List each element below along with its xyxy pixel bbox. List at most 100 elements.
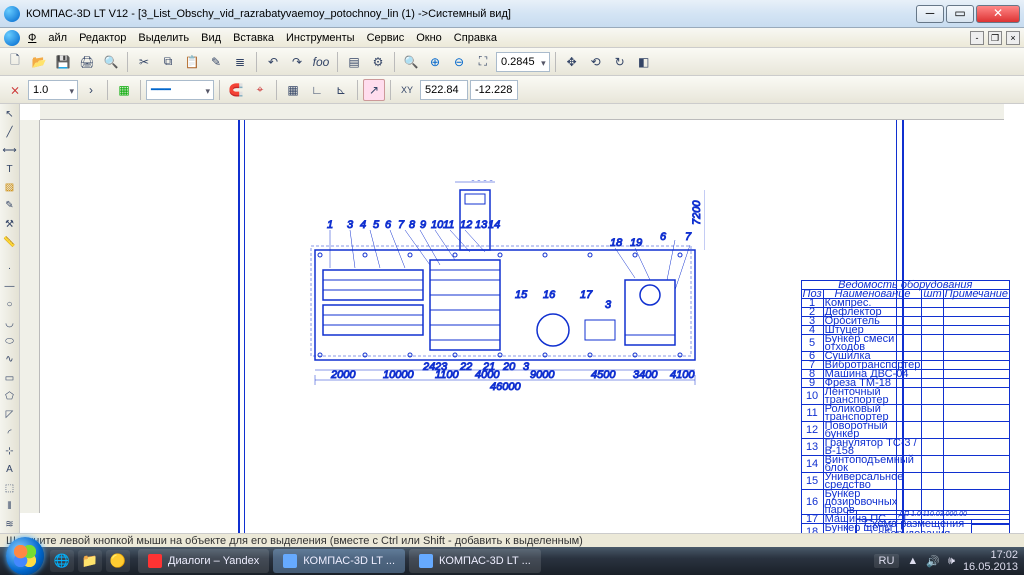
- svg-text:15: 15: [515, 289, 528, 301]
- menu-bar: Файл Редактор Выделить Вид Вставка Инстр…: [0, 28, 1024, 48]
- mdi-restore-button[interactable]: ❐: [988, 31, 1002, 45]
- arc-tool-icon[interactable]: ◡: [1, 315, 19, 331]
- props-icon[interactable]: ≣: [229, 51, 251, 73]
- clock[interactable]: 17:02 16.05.2013: [963, 549, 1018, 573]
- drawing-canvas[interactable]: 6000 7200 2000 10000 1100 4000 9000 4500…: [20, 104, 1024, 533]
- step-icon[interactable]: ›: [80, 79, 102, 101]
- layers-icon[interactable]: ▤: [343, 51, 365, 73]
- circle-tool-icon[interactable]: ○: [1, 297, 19, 313]
- select-tool-icon[interactable]: ↖: [1, 106, 19, 122]
- hatch-tool-icon[interactable]: ▨: [1, 179, 19, 195]
- spline-tool-icon[interactable]: ∿: [1, 352, 19, 368]
- explorer-icon[interactable]: 📁: [78, 550, 102, 572]
- param-tool-icon[interactable]: ⚒: [1, 216, 19, 232]
- dim-tool-icon[interactable]: ⟷: [1, 143, 19, 159]
- ortho-icon[interactable]: ∟: [306, 79, 328, 101]
- helper-icon[interactable]: ◧: [633, 51, 655, 73]
- style-icon[interactable]: ✎: [205, 51, 227, 73]
- snap2-icon[interactable]: ⌖: [249, 79, 271, 101]
- table-row: 12Поворотный бункер: [801, 422, 1009, 439]
- new-icon[interactable]: 🗋: [4, 51, 26, 73]
- menu-file[interactable]: Файл: [28, 32, 67, 44]
- tray-network-icon[interactable]: 🔊: [926, 555, 940, 568]
- zoom-out-icon[interactable]: ⊖: [448, 51, 470, 73]
- layer-icon[interactable]: ▦: [113, 79, 135, 101]
- pan-icon[interactable]: ✥: [561, 51, 583, 73]
- stop-icon[interactable]: ⨯: [4, 79, 26, 101]
- refresh-icon[interactable]: ↻: [609, 51, 631, 73]
- cut-icon[interactable]: ✂: [133, 51, 155, 73]
- chamfer-tool-icon[interactable]: ◸: [1, 407, 19, 423]
- tray-flag-icon[interactable]: ▲: [907, 555, 918, 567]
- menu-tools[interactable]: Инструменты: [286, 32, 355, 44]
- menu-editor[interactable]: Редактор: [79, 32, 126, 44]
- equid-tool-icon[interactable]: ⦀: [1, 498, 19, 514]
- task-yandex[interactable]: Диалоги – Yandex: [138, 549, 269, 573]
- fx-icon[interactable]: foo: [310, 51, 332, 73]
- app-icon: [4, 6, 20, 22]
- title-block: ДП 1.0.110.03.000.00 Схема размещения об…: [847, 510, 1010, 533]
- round-icon[interactable]: ⊾: [330, 79, 352, 101]
- measure-tool-icon[interactable]: 📏: [1, 234, 19, 250]
- save-icon[interactable]: 💾: [52, 51, 74, 73]
- fillet-tool-icon[interactable]: ◜: [1, 425, 19, 441]
- xy-icon[interactable]: XY: [396, 79, 418, 101]
- grid-icon[interactable]: ▦: [282, 79, 304, 101]
- axis-tool-icon[interactable]: ⊹: [1, 443, 19, 459]
- start-button[interactable]: [6, 537, 44, 575]
- label-tool-icon[interactable]: A: [1, 462, 19, 478]
- tray-power-icon[interactable]: 🕪: [948, 555, 955, 568]
- menu-window[interactable]: Окно: [416, 32, 442, 44]
- ellipse-tool-icon[interactable]: ⬭: [1, 333, 19, 349]
- gather-tool-icon[interactable]: ≋: [1, 517, 19, 533]
- prev-view-icon[interactable]: ⟲: [585, 51, 607, 73]
- edit-tool-icon[interactable]: ✎: [1, 198, 19, 214]
- coord-x[interactable]: 522.84: [420, 80, 468, 100]
- mdi-close-button[interactable]: ×: [1006, 31, 1020, 45]
- snap1-icon[interactable]: 🧲: [225, 79, 247, 101]
- close-button[interactable]: ✕: [976, 5, 1020, 23]
- mdi-minimize-button[interactable]: -: [970, 31, 984, 45]
- lcs-icon[interactable]: ↗: [363, 79, 385, 101]
- print-icon[interactable]: 🖨: [76, 51, 98, 73]
- open-icon[interactable]: 📂: [28, 51, 50, 73]
- chrome-icon[interactable]: 🟡: [106, 550, 130, 572]
- menu-help[interactable]: Справка: [454, 32, 497, 44]
- scale-combo[interactable]: 1.0: [28, 80, 78, 100]
- preview-icon[interactable]: 🔍: [100, 51, 122, 73]
- ie-icon[interactable]: 🌐: [50, 550, 74, 572]
- svg-text:6: 6: [385, 219, 392, 231]
- contour-tool-icon[interactable]: ⬚: [1, 480, 19, 496]
- rect-tool-icon[interactable]: ▭: [1, 370, 19, 386]
- menu-select[interactable]: Выделить: [138, 32, 189, 44]
- menu-insert[interactable]: Вставка: [233, 32, 274, 44]
- zoom-window-icon[interactable]: 🔍: [400, 51, 422, 73]
- system-tray[interactable]: RU ▲ 🔊 🕪 17:02 16.05.2013: [868, 549, 1024, 573]
- vars-icon[interactable]: ⚙: [367, 51, 389, 73]
- properties-toolbar: ⨯ 1.0 › ▦ ━━━ 🧲 ⌖ ▦ ∟ ⊾ ↗ XY 522.84 -12.…: [0, 76, 1024, 104]
- zoom-combo[interactable]: 0.2845: [496, 52, 550, 72]
- task-kompas-2[interactable]: КОМПАС-3D LT ...: [409, 549, 541, 573]
- minimize-button[interactable]: ─: [916, 5, 944, 23]
- paste-icon[interactable]: 📋: [181, 51, 203, 73]
- zoom-in-icon[interactable]: ⊕: [424, 51, 446, 73]
- svg-text:2000: 2000: [330, 369, 356, 381]
- redo-icon[interactable]: ↷: [286, 51, 308, 73]
- menu-service[interactable]: Сервис: [367, 32, 405, 44]
- zoom-fit-icon[interactable]: ⛶: [472, 51, 494, 73]
- point-tool-icon[interactable]: ·: [1, 260, 19, 276]
- coord-y[interactable]: -12.228: [470, 80, 518, 100]
- text-tool-icon[interactable]: T: [1, 161, 19, 177]
- line-tool-icon[interactable]: ╱: [1, 124, 19, 140]
- linestyle-combo[interactable]: ━━━: [146, 80, 214, 100]
- maximize-button[interactable]: ▭: [946, 5, 974, 23]
- seg-tool-icon[interactable]: —: [1, 278, 19, 294]
- equipment-table: Ведомость оборудования Поз Наименование …: [801, 280, 1010, 533]
- task-kompas-1[interactable]: КОМПАС-3D LT ...: [273, 549, 405, 573]
- lang-indicator[interactable]: RU: [874, 554, 900, 568]
- svg-text:7200: 7200: [691, 200, 703, 225]
- menu-view[interactable]: Вид: [201, 32, 221, 44]
- undo-icon[interactable]: ↶: [262, 51, 284, 73]
- poly-tool-icon[interactable]: ⬠: [1, 388, 19, 404]
- copy-icon[interactable]: ⧉: [157, 51, 179, 73]
